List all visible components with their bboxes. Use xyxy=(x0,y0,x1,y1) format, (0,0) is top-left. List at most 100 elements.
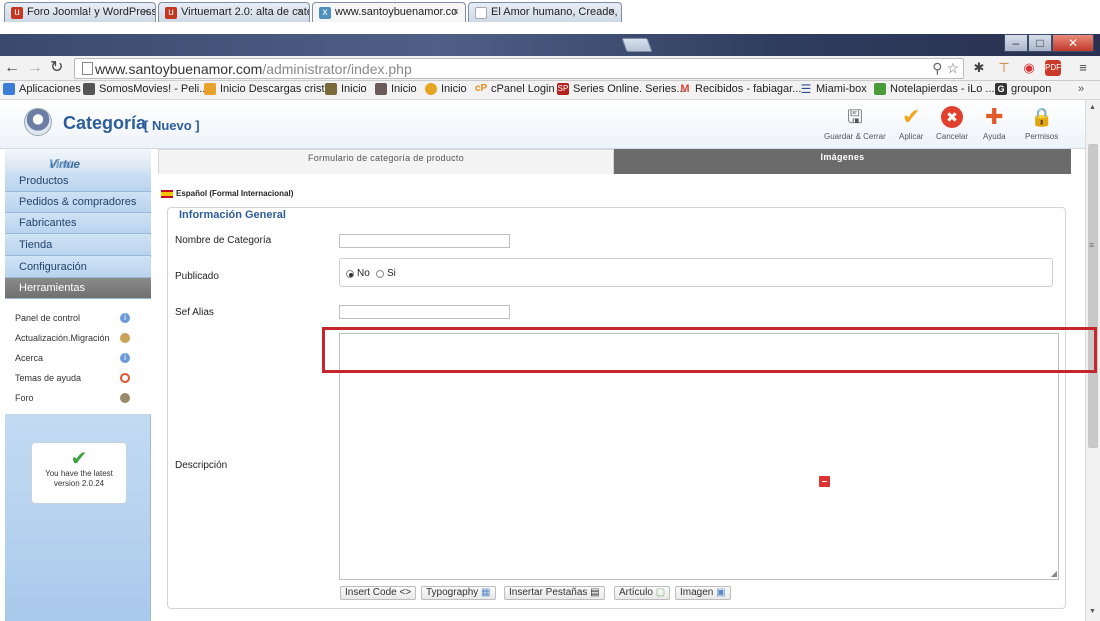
extension-icon[interactable]: ⊤ xyxy=(995,59,1013,77)
pdf-icon[interactable]: PDF xyxy=(1045,60,1061,76)
minimize-button[interactable]: – xyxy=(1004,34,1028,52)
bookmark-item[interactable]: M Recibidos - fabiagar... xyxy=(679,83,801,95)
sidebar-item-configuracion[interactable]: Configuración xyxy=(5,257,151,278)
bookmark-item[interactable]: ☰ Miami-box xyxy=(800,83,867,95)
cancel-icon: ✖ xyxy=(941,106,963,128)
info-icon: i xyxy=(120,353,130,363)
bookmark-item[interactable]: Inicio Descargas cristo xyxy=(204,83,331,95)
box-icon: ☰ xyxy=(800,82,812,96)
bookmark-item[interactable]: Ggroupon xyxy=(995,83,1051,95)
address-toolbar: ← → ↻ www.santoybuenamor.com/administrat… xyxy=(0,56,1100,81)
star-icon[interactable]: ☆ xyxy=(946,60,959,76)
category-form: Español (Formal Internacional) Informaci… xyxy=(158,174,1071,621)
close-tab-icon[interactable]: × xyxy=(297,6,303,18)
opera-icon[interactable]: ◉ xyxy=(1020,59,1038,77)
tab-formulario[interactable]: Formulario de categoría de producto xyxy=(158,149,614,174)
bookmark-item[interactable]: Notelapierdas - iLo ... xyxy=(874,83,995,95)
reload-button[interactable]: ↻ xyxy=(50,59,63,77)
bookmark-aplicaciones[interactable]: Aplicaciones xyxy=(3,83,81,95)
scrollbar-thumb[interactable] xyxy=(1088,144,1098,448)
cancel-button[interactable]: ✖ Cancelar xyxy=(936,106,968,141)
browser-tab[interactable]: El Amor humano, Creado, × xyxy=(468,2,622,22)
maximize-button[interactable]: □ xyxy=(1028,34,1052,52)
bookmark-item[interactable]: Inicio xyxy=(375,83,417,95)
save-icon: 🖫 xyxy=(847,107,863,127)
submenu-acerca[interactable]: Acerca xyxy=(15,353,43,363)
bookmark-label: Inicio xyxy=(391,83,417,95)
bookmark-item[interactable]: SP Series Online. Series... xyxy=(557,83,686,95)
published-label: Publicado xyxy=(175,271,219,282)
toolbar-label: Ayuda xyxy=(983,132,1006,141)
bookmark-label: Aplicaciones xyxy=(19,83,81,95)
browser-tab-active[interactable]: x www.santoybuenamor.co × xyxy=(312,2,466,22)
bookmark-label: Series Online. Series... xyxy=(573,83,686,95)
bookmark-item[interactable]: Inicio xyxy=(425,83,467,95)
submenu-temas-ayuda[interactable]: Temas de ayuda xyxy=(15,373,81,383)
menu-icon[interactable]: ≡ xyxy=(1074,59,1092,77)
editor-button-label: Artículo xyxy=(619,587,653,598)
page-info-icon[interactable] xyxy=(82,62,93,75)
sidebar-item-fabricantes[interactable]: Fabricantes xyxy=(5,213,151,234)
sidebar-item-herramientas[interactable]: Herramientas xyxy=(5,278,151,299)
submenu-panel-control[interactable]: Panel de control xyxy=(15,313,80,323)
new-tab-button[interactable] xyxy=(621,38,653,52)
typography-button[interactable]: Typography ▦ xyxy=(421,586,496,600)
cpanel-icon: cP xyxy=(475,83,488,94)
favicon-icon: u xyxy=(11,7,23,19)
browser-tab[interactable]: u Virtuemart 2.0: alta de cate × xyxy=(158,2,310,22)
bookmark-label: Inicio xyxy=(441,83,467,95)
package-icon xyxy=(120,333,130,343)
toolbar-label: Cancelar xyxy=(936,132,969,141)
bookmarks-overflow-button[interactable]: » xyxy=(1078,83,1084,95)
bookmark-label: Inicio Descargas cristo xyxy=(220,83,331,95)
bookmark-item[interactable]: Inicio xyxy=(325,83,367,95)
close-tab-icon[interactable]: × xyxy=(453,6,459,18)
zoom-icon[interactable]: ⚲ xyxy=(932,60,942,76)
scroll-down-arrow[interactable]: ▼ xyxy=(1089,608,1096,615)
sidebar-item-productos[interactable]: Productos xyxy=(5,171,151,192)
check-icon: ✔ xyxy=(902,104,921,129)
submenu-foro[interactable]: Foro xyxy=(15,393,34,403)
insert-code-button[interactable]: Insert Code <> xyxy=(340,586,417,600)
bookmark-item[interactable]: SomosMovies! - Peli... xyxy=(83,83,208,95)
help-button[interactable]: ✚ Ayuda xyxy=(983,106,1006,142)
browser-tab[interactable]: u Foro Joomla! y WordPress × xyxy=(4,2,156,22)
users-icon xyxy=(120,393,130,403)
apply-button[interactable]: ✔ Aplicar xyxy=(899,104,923,142)
bookmark-item[interactable]: cP cPanel Login xyxy=(475,83,555,95)
extension-icon[interactable]: ✱ xyxy=(970,59,988,77)
published-no-radio[interactable]: No xyxy=(346,268,370,279)
close-tab-icon[interactable]: × xyxy=(143,6,149,18)
submenu-actualizacion[interactable]: Actualización.Migración xyxy=(15,333,110,343)
sidebar-item-tienda[interactable]: Tienda xyxy=(5,235,151,256)
category-name-input[interactable] xyxy=(339,234,510,248)
info-icon: i xyxy=(120,313,130,323)
forward-button[interactable]: → xyxy=(27,59,43,77)
radio-label: No xyxy=(357,268,370,279)
url-bar[interactable]: www.santoybuenamor.com/administrator/ind… xyxy=(74,58,964,79)
tab-imagenes[interactable]: Imágenes xyxy=(614,149,1071,174)
back-button[interactable]: ← xyxy=(4,59,20,77)
image-button[interactable]: Imagen ▣ xyxy=(675,586,731,600)
scroll-up-arrow[interactable]: ▲ xyxy=(1089,104,1096,111)
permissions-button[interactable]: 🔒 Permisos xyxy=(1025,106,1058,141)
article-button[interactable]: Artículo ▢ xyxy=(614,586,671,600)
virtuemart-sidebar: Virtue Mart Productos Pedidos & comprador… xyxy=(5,149,151,621)
bookmark-label: Recibidos - fabiagar... xyxy=(695,83,802,95)
insert-tabs-button[interactable]: Insertar Pestañas ▤ xyxy=(504,586,605,600)
sidebar-item-pedidos[interactable]: Pedidos & compradores xyxy=(5,192,151,213)
tab-title: El Amor humano, Creado, xyxy=(491,6,618,18)
radio-button[interactable] xyxy=(376,269,384,278)
close-window-button[interactable]: ✕ xyxy=(1052,34,1094,52)
radio-button-selected[interactable] xyxy=(346,269,354,278)
save-close-button[interactable]: 🖫 Guardar & Cerrar xyxy=(824,106,886,141)
note-icon xyxy=(874,83,886,95)
image-icon: ▣ xyxy=(716,587,726,598)
resize-handle-icon[interactable]: ◢ xyxy=(1051,569,1057,578)
sef-alias-input[interactable] xyxy=(339,305,510,319)
published-si-radio[interactable]: Si xyxy=(376,268,396,279)
lifebuoy-icon xyxy=(120,373,130,383)
version-status-text: You have the latest version 2.0.24 xyxy=(45,469,113,488)
version-status-box: ✔ You have the latest version 2.0.24 xyxy=(31,442,127,504)
close-tab-icon[interactable]: × xyxy=(609,6,615,18)
